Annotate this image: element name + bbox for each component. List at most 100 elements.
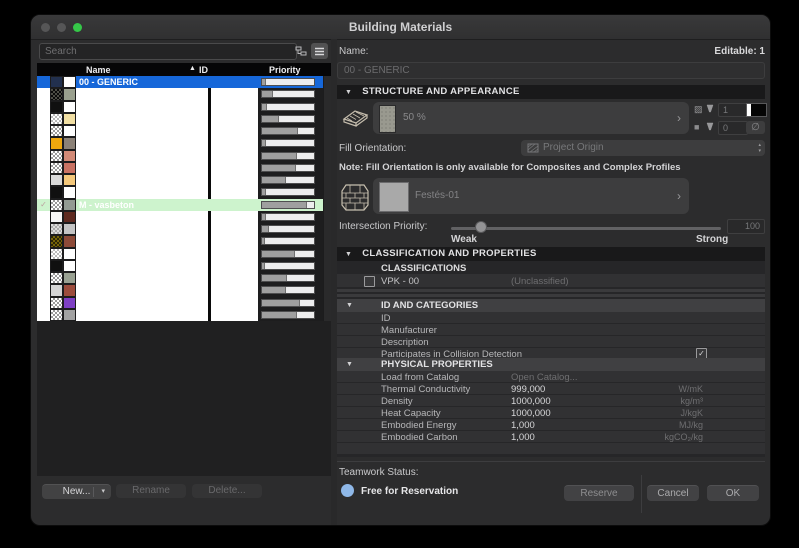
priority-cell [258,149,323,162]
priority-bar [261,200,315,209]
material-list-row[interactable] [37,308,323,321]
classification-checkbox[interactable] [364,276,375,287]
material-list-row[interactable] [37,235,323,248]
column-header-name[interactable]: Name [86,65,111,75]
id-category-row[interactable]: Manufacturer [337,324,765,336]
property-label: Embodied Carbon [381,432,458,443]
list-view-button[interactable] [311,43,328,59]
material-id-cell [211,284,258,297]
physical-property-row[interactable]: Density 1000,000 kg/m³ [337,395,765,407]
collapse-triangle-icon: ▼ [346,302,353,309]
material-name-cell [76,100,208,113]
priority-cell [258,235,323,248]
spacer-strip [337,289,765,292]
material-list-row[interactable] [37,161,323,174]
material-list-row[interactable] [37,100,323,113]
group-id-categories[interactable]: ▼ ID AND CATEGORIES [337,299,765,312]
surface-color-swatch [63,149,76,162]
teamwork-status-label: Teamwork Status: [339,467,419,478]
priority-slider-track[interactable] [451,227,721,230]
fill-background-icon: ■ [694,122,700,132]
material-list-row[interactable] [37,174,323,187]
fill-pattern-swatch [50,210,63,223]
material-list-row[interactable] [37,272,323,285]
property-value[interactable]: 1,000 [511,420,535,431]
material-list-row[interactable] [37,88,323,101]
row-status-cell [37,210,50,223]
background-pen-field[interactable]: 0 [718,121,748,135]
surface-selector[interactable]: Festés-01 › [373,178,689,214]
fill-orientation-note: Note: Fill Orientation is only available… [339,162,681,173]
physical-property-row[interactable]: Embodied Carbon 1,000 kgCO₂/kg [337,431,765,443]
property-value[interactable]: 999,000 [511,384,545,395]
property-value[interactable]: Open Catalog... [511,372,578,383]
material-list-row[interactable] [37,125,323,138]
row-status-cell [37,247,50,260]
material-name-cell [76,137,208,150]
section-structure-appearance[interactable]: ▼ STRUCTURE AND APPEARANCE [337,85,765,99]
classification-row[interactable]: VPK - 00 (Unclassified) [337,274,765,287]
priority-slider-thumb[interactable] [475,221,487,233]
surface-color-swatch [63,247,76,260]
material-list-row[interactable] [37,149,323,162]
row-status-cell [37,88,50,101]
material-name-field[interactable]: 00 - GENERIC [337,62,765,79]
property-value[interactable]: 1000,000 [511,396,551,407]
fill-orientation-icon [527,143,539,153]
row-status-cell [37,100,50,113]
material-list-row[interactable] [37,137,323,150]
material-list-row[interactable]: ✓ M - vasbeton [37,198,323,211]
section-classification-properties[interactable]: ▼ CLASSIFICATION AND PROPERTIES [337,247,765,261]
tree-view-button[interactable] [293,43,310,59]
column-header-priority[interactable]: Priority [269,65,301,75]
reserve-button[interactable]: Reserve [564,485,634,501]
delete-button[interactable]: Delete... [192,484,262,498]
priority-cell [258,161,323,174]
ok-button[interactable]: OK [707,485,759,501]
physical-property-row[interactable]: Heat Capacity 1000,000 J/kgK [337,407,765,419]
fill-orientation-dropdown[interactable]: Project Origin ▴ ▾ [521,140,765,156]
column-header-id[interactable]: ID [199,65,208,75]
id-category-row[interactable]: ID [337,312,765,324]
foreground-pen-field[interactable]: 1 [718,103,748,117]
property-value[interactable]: 1,000 [511,432,535,443]
id-category-row[interactable]: Description [337,336,765,348]
material-list-row[interactable] [37,210,323,223]
physical-property-row[interactable]: Embodied Energy 1,000 MJ/kg [337,419,765,431]
priority-cell [258,296,323,309]
priority-value-field[interactable]: 100 [727,219,765,234]
material-list-row[interactable] [37,284,323,297]
material-id-cell [211,88,258,101]
row-status-cell [37,284,50,297]
chevron-down-icon: ▾ [101,488,105,495]
search-input[interactable] [39,43,297,60]
material-list-row[interactable] [37,112,323,125]
physical-property-row[interactable]: Load from Catalog Open Catalog... [337,371,765,383]
empty-pen-button[interactable]: ∅ [746,121,765,134]
material-list-row[interactable] [37,296,323,309]
priority-cell [258,112,323,125]
material-name-cell [76,223,208,236]
priority-bar [261,114,315,123]
material-list-row[interactable]: 00 - GENERIC [37,76,323,89]
cut-fill-selector[interactable]: 50 % › [373,102,689,134]
pen-color-preview[interactable] [746,103,767,117]
property-value[interactable]: 1000,000 [511,408,551,419]
physical-property-row[interactable]: Thermal Conductivity 999,000 W/mK [337,383,765,395]
material-list-row[interactable] [37,223,323,236]
material-list-row[interactable] [37,247,323,260]
rename-button[interactable]: Rename [116,484,186,498]
cancel-button[interactable]: Cancel [647,485,699,501]
property-label: Embodied Energy [381,420,457,431]
material-list-row[interactable] [37,186,323,199]
section-title: CLASSIFICATION AND PROPERTIES [362,248,537,259]
fill-pattern-swatch [50,284,63,297]
new-button[interactable]: New... ▾ [42,484,111,499]
row-status-cell [37,223,50,236]
row-status-cell: ✓ [37,198,50,211]
row-status-cell [37,296,50,309]
row-status-cell [37,137,50,150]
group-physical-properties[interactable]: ▼ PHYSICAL PROPERTIES [337,358,765,371]
material-list-row[interactable] [37,259,323,272]
surface-color-swatch [63,259,76,272]
